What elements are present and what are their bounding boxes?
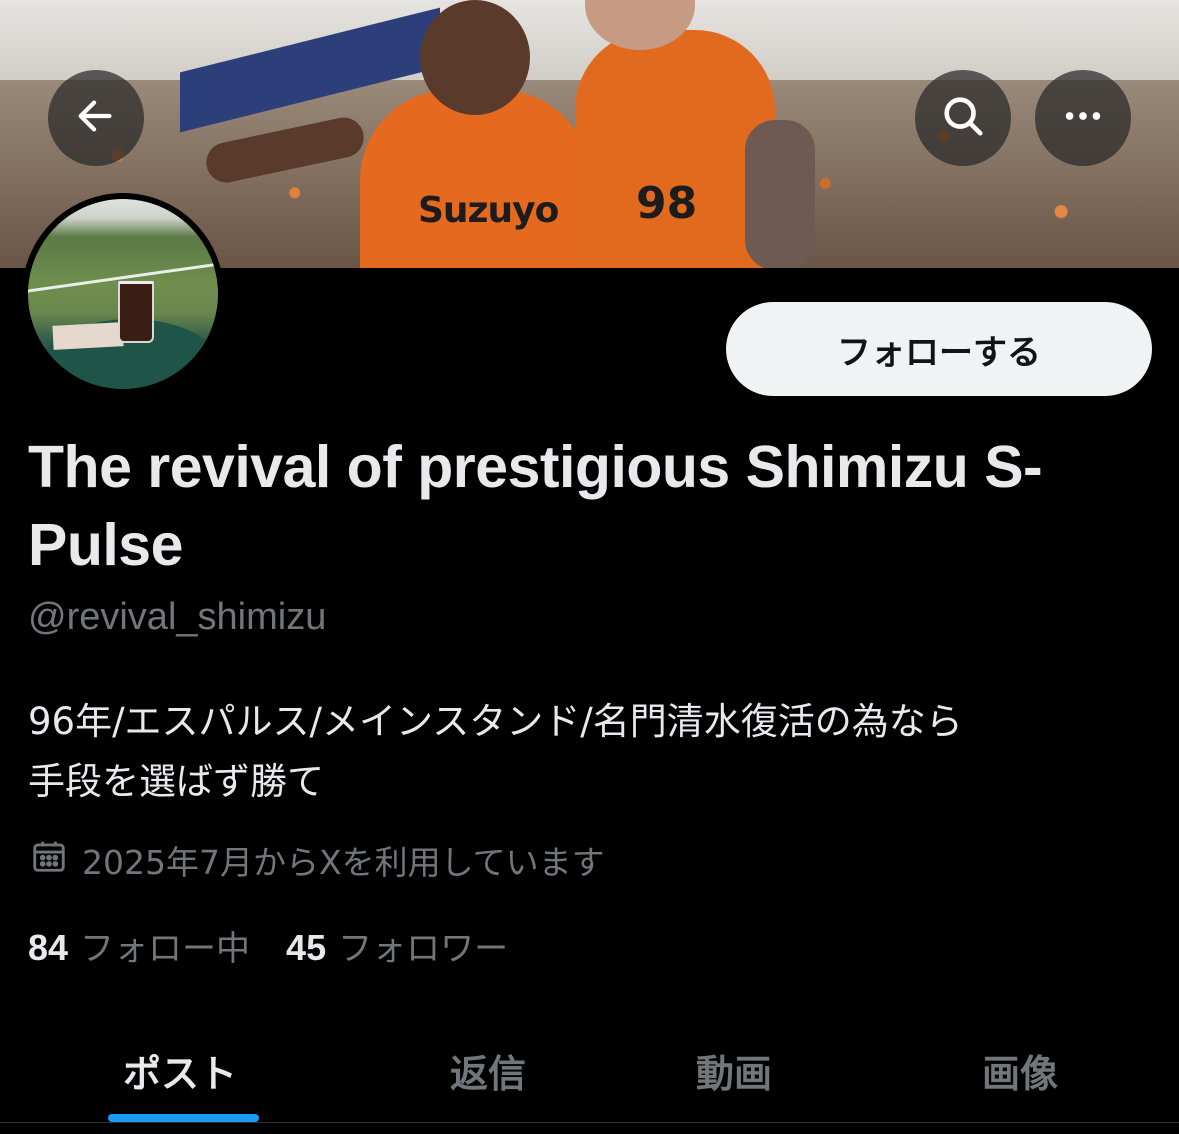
- tab-videos[interactable]: 動画: [614, 1030, 854, 1110]
- avatar[interactable]: [22, 193, 224, 395]
- profile-page: Suzuyo 98 フォローする The revival of prestigi…: [0, 0, 1179, 1134]
- search-button[interactable]: [915, 70, 1011, 166]
- following-label: フォロー中: [80, 928, 251, 969]
- search-icon: [940, 93, 986, 144]
- tab-replies[interactable]: 返信: [368, 1030, 608, 1110]
- display-name: The revival of prestigious Shimizu S-Pul…: [28, 434, 1043, 578]
- tab-images[interactable]: 画像: [900, 1030, 1140, 1110]
- follow-stats: 84 フォロー中 45 フォロワー: [28, 920, 508, 970]
- active-tab-indicator: [108, 1114, 259, 1122]
- avatar-coffee-cup: [118, 281, 154, 343]
- profile-bio: 96年/エスパルス/メインスタンド/名門清水復活の為なら 手段を選ばず勝て: [28, 692, 1158, 812]
- avatar-image: [28, 199, 218, 389]
- more-horizontal-icon: [1060, 93, 1106, 144]
- tab-posts[interactable]: ポスト: [60, 1030, 300, 1110]
- banner-shirt-sponsor: Suzuyo: [418, 190, 559, 231]
- bio-line-1: 96年/エスパルス/メインスタンド/名門清水復活の為なら: [28, 700, 963, 743]
- joined-date: 2025年7月からXを利用しています: [30, 838, 605, 882]
- banner-player-2-arm: [745, 120, 815, 268]
- bio-line-2: 手段を選ばず勝て: [28, 760, 324, 803]
- arrow-left-icon: [73, 93, 119, 144]
- user-handle: @revival_shimizu: [28, 596, 327, 638]
- avatar-book: [52, 322, 124, 350]
- tabs-divider: [0, 1122, 1179, 1123]
- joined-text: 2025年7月からXを利用しています: [82, 843, 605, 882]
- banner-shirt-number: 98: [636, 178, 698, 229]
- banner-player-1-head: [420, 0, 530, 115]
- more-options-button[interactable]: [1035, 70, 1131, 166]
- followers-count: 45: [286, 926, 327, 968]
- profile-tabs: ポスト 返信 動画 画像: [0, 1010, 1179, 1134]
- calendar-icon: [30, 837, 68, 883]
- back-button[interactable]: [48, 70, 144, 166]
- followers-label: フォロワー: [338, 928, 509, 969]
- follow-button[interactable]: フォローする: [726, 302, 1152, 396]
- banner-player-1: [360, 90, 590, 268]
- followers-stat[interactable]: 45 フォロワー: [286, 921, 508, 970]
- following-stat[interactable]: 84 フォロー中: [28, 921, 250, 970]
- following-count: 84: [28, 926, 69, 968]
